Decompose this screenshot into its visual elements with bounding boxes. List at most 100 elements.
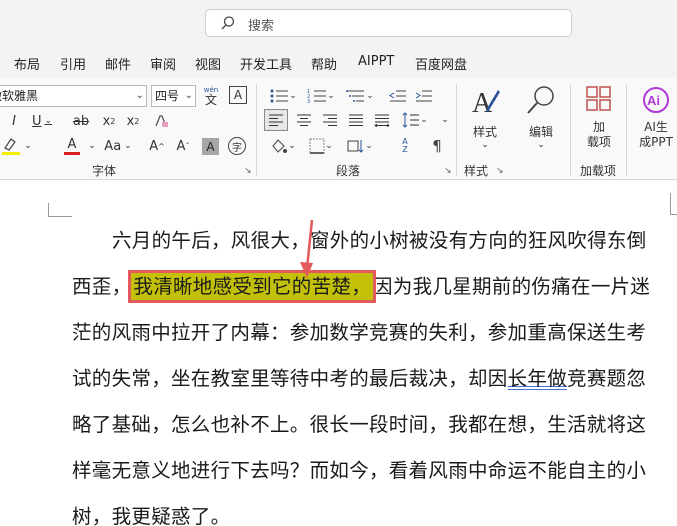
text-segment: 试的失常，坐在教室里等待中考的最后裁决，却因 [72,367,508,390]
magnifier-icon [527,86,554,114]
phonetic-guide-button[interactable]: wén 文 [201,84,221,108]
highlighted-selection[interactable]: 我清晰地感受到它的苦楚， [128,270,377,303]
styles-button[interactable]: A 样式 ⌄ [462,84,508,156]
group-separator [626,84,627,176]
borders-button[interactable]: ⌄ [304,135,338,157]
ai-generate-ppt-label: AI生 成PPT [639,120,673,149]
document-page[interactable]: 六月的午后，风很大，窗外的小树被没有方向的狂风吹得东倒 西歪， 我清晰地感受到它的… [0,181,677,526]
editing-label: 编辑 [528,125,553,139]
align-left-icon[interactable] [264,109,288,131]
tab-baidu-netdisk[interactable]: 百度网盘 [415,54,467,73]
group-separator [570,84,571,176]
font-size-value: 四号 [155,89,180,103]
paragraph-dialog-launcher-icon[interactable]: ↘ [444,166,452,176]
phonetic-char: 文 [204,92,217,107]
shading-button[interactable]: ⌄ [266,135,300,157]
group-label-styles: 样式 [464,164,489,178]
tab-view[interactable]: 视图 [195,54,221,73]
text-line: 西歪， 我清晰地感受到它的苦楚， 因为我几星期前的伤痛在一片迷 [72,269,664,315]
italic-button[interactable]: I [6,111,22,131]
tab-mailings[interactable]: 邮件 [105,54,131,73]
tab-layout[interactable]: 布局 [14,54,40,73]
search-box[interactable]: 搜索 [205,9,572,37]
tab-review[interactable]: 审阅 [150,54,176,73]
increase-indent-icon[interactable] [412,86,436,106]
text-line: 略了基础，怎么也补不上。很长一段时间，我都在想，生活就将这 [72,413,647,436]
sort-icon[interactable]: AZ [394,135,416,157]
highlight-color-button[interactable]: ⌄ [0,135,36,157]
multilevel-list-button[interactable]: ⌄ [342,86,378,106]
text-line: 样毫无意义地进行下去吗？而如今，看着风雨中命运不能自主的小 [72,459,647,482]
font-dialog-launcher-icon[interactable]: ↘ [244,166,252,176]
ribbon: 微软雅黑 ⌄ 四号 ⌄ wén 文 A I U ⌄ ab x2 x2 ⌄ A ⌄… [0,78,677,180]
group-label-font: 字体 [92,164,117,178]
chinese-layout-button[interactable]: ⌄ [342,135,378,157]
line-spacing-icon[interactable]: ⌄ [398,109,432,131]
justify-icon[interactable] [344,109,368,131]
font-color-button[interactable]: A [58,135,86,157]
underline-button[interactable]: U ⌄ [28,111,56,131]
font-name-select[interactable]: 微软雅黑 ⌄ [0,85,147,107]
svg-text:3: 3 [307,99,310,104]
search-icon [221,16,235,30]
font-size-select[interactable]: 四号 ⌄ [151,85,196,107]
group-separator [256,84,257,176]
bullets-button[interactable]: ⌄ [266,86,300,106]
styles-icon: A [472,88,500,119]
addins-label: 加 载项 [586,120,611,149]
paragraph[interactable]: 六月的午后，风很大，窗外的小树被没有方向的狂风吹得东倒 西歪， 我清晰地感受到它的… [72,223,664,526]
ai-icon: Ai [643,87,669,113]
tab-references[interactable]: 引用 [60,54,86,73]
change-case-button[interactable]: Aa ⌄ [100,135,136,157]
annotation-arrow-icon [300,219,314,278]
text-segment: 因为我几星期前的伤痛在一片迷 [373,275,651,298]
numbering-button[interactable]: 123 ⌄ [304,86,338,106]
text-segment: 西歪， [72,275,132,298]
change-case-label: Aa [104,138,122,154]
character-border-button[interactable]: A [229,86,247,104]
margin-marker [670,193,677,215]
text-line: 六月的午后，风很大，窗外的小树被没有方向的狂风吹得东倒 [112,229,647,252]
decrease-indent-icon[interactable] [386,86,410,106]
title-bar: 搜索 [0,0,677,46]
chevron-down-icon[interactable]: ⌄ [86,135,98,157]
show-marks-icon[interactable]: ¶ [426,135,448,157]
chevron-down-icon: ⌄ [537,140,545,150]
align-center-icon[interactable] [292,109,316,131]
group-label-paragraph: 段落 [336,164,361,178]
superscript-button[interactable]: x2 [124,111,142,131]
font-name-value: 微软雅黑 [0,89,39,103]
tab-aippt[interactable]: AIPPT [358,54,394,69]
group-separator [456,84,457,176]
tab-developer[interactable]: 开发工具 [240,54,292,73]
styles-label: 样式 [472,125,497,139]
svg-text:A: A [472,88,493,119]
clear-format-icon[interactable] [152,111,170,131]
shrink-font-button[interactable]: Aˇ [172,135,194,157]
strikethrough-button[interactable]: ab [70,111,92,131]
text-line: 茫的风雨中拉开了内幕：参加数学竞赛的失利，参加重高保送生考 [72,321,647,344]
grow-font-button[interactable]: A ^ [146,135,168,157]
addins-button[interactable]: 加 载项 [578,84,620,156]
chevron-down-icon: ⌄ [481,140,489,150]
addins-grid-icon [586,86,611,111]
search-placeholder: 搜索 [248,19,275,34]
distributed-icon[interactable] [370,109,394,131]
text-segment: 竞赛题忽 [567,367,647,390]
character-shading-button[interactable]: A [202,138,219,155]
align-right-icon[interactable] [318,109,342,131]
margin-marker [48,203,72,217]
enclose-character-button[interactable]: 字 [228,137,246,155]
grammar-flagged-text[interactable]: 长年做 [508,367,567,390]
subscript-button[interactable]: x2 [100,111,118,131]
editing-button[interactable]: 编辑 ⌄ [518,84,564,156]
svg-text:Ai: Ai [647,93,660,108]
text-line: 试的失常，坐在教室里等待中考的最后裁决，却因长年做竞赛题忽 [72,361,664,407]
tab-help[interactable]: 帮助 [311,54,337,73]
group-label-addins: 加载项 [580,164,617,178]
chevron-down-icon: ⌄ [184,90,193,101]
ai-generate-ppt-button[interactable]: Ai AI生 成PPT [632,86,677,158]
chevron-down-icon: ⌄ [135,90,144,101]
paragraph-more-icon[interactable]: ⌄ [436,109,454,131]
styles-dialog-launcher-icon[interactable]: ↘ [496,166,504,176]
